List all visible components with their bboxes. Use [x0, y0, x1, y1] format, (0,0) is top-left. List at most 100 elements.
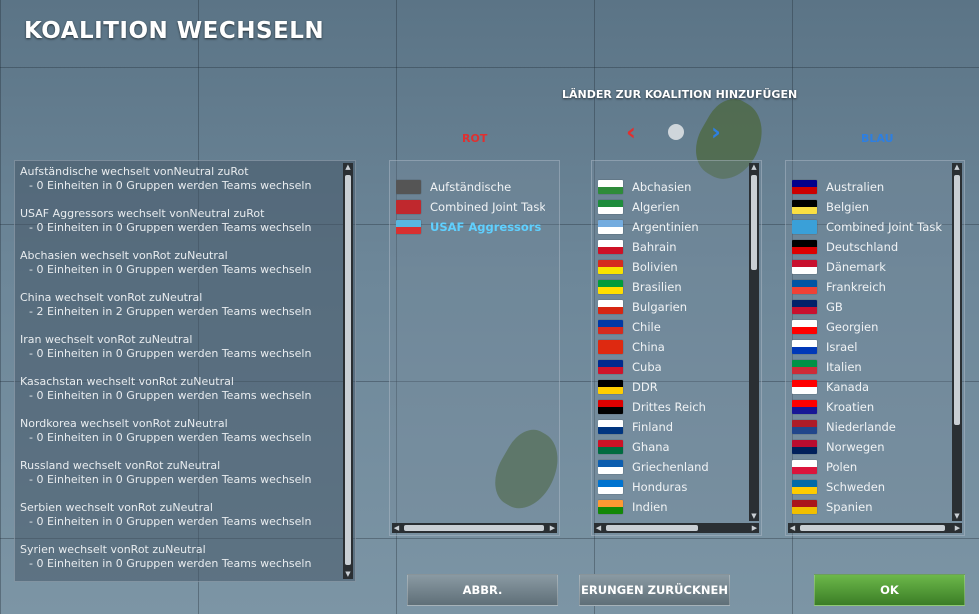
neutral-country-item-label: Algerien [632, 200, 680, 214]
blue-country-item-label: Spanien [826, 500, 873, 514]
scroll-down-icon[interactable]: ▼ [952, 512, 962, 521]
flag-icon [792, 200, 817, 214]
blue-list-hscrollbar[interactable]: ◀ ▶ [788, 523, 962, 533]
scroll-left-icon[interactable]: ◀ [594, 523, 603, 533]
cancel-button[interactable]: ABBR. [407, 574, 558, 606]
red-country-item[interactable]: USAF Aggressors [396, 217, 545, 237]
neutral-country-item[interactable]: China [598, 337, 747, 357]
blue-country-item-label: Combined Joint Task [826, 220, 942, 234]
scroll-thumb[interactable] [345, 175, 351, 565]
blue-country-item[interactable]: Combined Joint Task [792, 217, 950, 237]
scroll-left-icon[interactable]: ◀ [788, 523, 797, 533]
scroll-up-icon[interactable]: ▲ [952, 163, 962, 172]
blue-country-item[interactable]: Israel [792, 337, 950, 357]
scroll-thumb[interactable] [800, 525, 945, 531]
log-entry-detail: - 0 Einheiten in 0 Gruppen werden Teams … [29, 515, 312, 528]
log-entry-title: Abchasien wechselt vonRot zuNeutral [20, 249, 228, 262]
neutral-country-item[interactable]: Chile [598, 317, 747, 337]
flag-icon [792, 340, 817, 354]
move-to-red-button[interactable]: ‹ [626, 119, 636, 145]
blue-list-vscrollbar[interactable]: ▲ ▼ [952, 163, 962, 521]
neutral-country-item[interactable]: Abchasien [598, 177, 747, 197]
blue-country-item[interactable]: Polen [792, 457, 950, 477]
blue-country-item-label: Niederlande [826, 420, 896, 434]
neutral-country-item[interactable]: Ghana [598, 437, 747, 457]
scroll-thumb[interactable] [751, 175, 757, 270]
blue-country-item[interactable]: Schweden [792, 477, 950, 497]
blue-country-item[interactable]: Italien [792, 357, 950, 377]
blue-country-item[interactable]: Niederlande [792, 417, 950, 437]
blue-country-item-label: Dänemark [826, 260, 886, 274]
undo-changes-button[interactable]: ERUNGEN ZURÜCKNEH [579, 574, 730, 606]
log-entry-title: Serbien wechselt vonRot zuNeutral [20, 501, 213, 514]
scroll-thumb[interactable] [404, 525, 544, 531]
scroll-right-icon[interactable]: ▶ [548, 523, 557, 533]
scroll-thumb[interactable] [954, 175, 960, 425]
neutral-list-hscrollbar[interactable]: ◀ ▶ [594, 523, 759, 533]
log-entry-detail: - 0 Einheiten in 0 Gruppen werden Teams … [29, 347, 312, 360]
flag-icon [598, 240, 623, 254]
neutral-country-item[interactable]: DDR [598, 377, 747, 397]
scroll-up-icon[interactable]: ▲ [343, 163, 353, 172]
log-entry: USAF Aggressors wechselt vonNeutral zuRo… [20, 207, 341, 235]
scroll-thumb[interactable] [606, 525, 698, 531]
blue-country-item[interactable]: Dänemark [792, 257, 950, 277]
blue-country-item[interactable]: Georgien [792, 317, 950, 337]
blue-country-item[interactable]: Frankreich [792, 277, 950, 297]
blue-country-item-label: Frankreich [826, 280, 886, 294]
blue-country-item-label: Israel [826, 340, 858, 354]
neutral-country-item[interactable]: Honduras [598, 477, 747, 497]
red-list-hscrollbar[interactable]: ◀ ▶ [392, 523, 557, 533]
blue-country-item[interactable]: Spanien [792, 497, 950, 517]
blue-country-item[interactable]: Deutschland [792, 237, 950, 257]
blue-country-item-label: Italien [826, 360, 862, 374]
log-entry-detail: - 0 Einheiten in 0 Gruppen werden Teams … [29, 557, 312, 570]
scroll-down-icon[interactable]: ▼ [749, 512, 759, 521]
neutral-country-item[interactable]: Bulgarien [598, 297, 747, 317]
neutral-country-item[interactable]: Drittes Reich [598, 397, 747, 417]
blue-country-item-label: Kanada [826, 380, 870, 394]
scroll-right-icon[interactable]: ▶ [953, 523, 962, 533]
red-coalition-label: ROT [462, 132, 488, 145]
blue-country-item-label: Belgien [826, 200, 870, 214]
neutral-country-item[interactable]: Bolivien [598, 257, 747, 277]
neutral-country-item[interactable]: Brasilien [598, 277, 747, 297]
blue-country-item[interactable]: Belgien [792, 197, 950, 217]
blue-country-item[interactable]: GB [792, 297, 950, 317]
neutral-list-vscrollbar[interactable]: ▲ ▼ [749, 163, 759, 521]
flag-icon [792, 460, 817, 474]
flag-icon [598, 220, 623, 234]
log-scrollbar[interactable]: ▲ ▼ [343, 163, 353, 579]
red-country-item-label: Aufständische [430, 180, 512, 194]
log-entry-title: Iran wechselt vonRot zuNeutral [20, 333, 193, 346]
log-entry: Syrien wechselt vonRot zuNeutral - 0 Einh… [20, 543, 341, 571]
neutral-country-item[interactable]: Argentinien [598, 217, 747, 237]
scroll-right-icon[interactable]: ▶ [750, 523, 759, 533]
scroll-down-icon[interactable]: ▼ [343, 570, 353, 579]
flag-icon [792, 220, 817, 234]
ok-button[interactable]: OK [814, 574, 965, 606]
red-country-item-label: USAF Aggressors [430, 220, 542, 234]
red-country-item[interactable]: Combined Joint Task Fo [396, 197, 545, 217]
neutral-country-item[interactable]: Indien [598, 497, 747, 517]
neutral-country-item[interactable]: Algerien [598, 197, 747, 217]
flag-icon [598, 200, 623, 214]
neutral-country-item[interactable]: Finland [598, 417, 747, 437]
log-entry-detail: - 2 Einheiten in 2 Gruppen werden Teams … [29, 305, 312, 318]
move-to-blue-button[interactable]: › [711, 119, 721, 145]
blue-coalition-list: Australien Belgien Combined Joint Task Deut… [785, 160, 965, 536]
blue-coalition-label: BLAU [861, 132, 894, 145]
page-title: KOALITION WECHSELN [24, 18, 325, 44]
blue-country-item[interactable]: Norwegen [792, 437, 950, 457]
flag-icon [598, 260, 623, 274]
blue-country-item[interactable]: Kroatien [792, 397, 950, 417]
blue-country-item[interactable]: Kanada [792, 377, 950, 397]
neutral-country-item[interactable]: Griechenland [598, 457, 747, 477]
red-country-item[interactable]: Aufständische [396, 177, 545, 197]
flag-icon [598, 320, 623, 334]
blue-country-item[interactable]: Australien [792, 177, 950, 197]
scroll-up-icon[interactable]: ▲ [749, 163, 759, 172]
neutral-country-item[interactable]: Bahrain [598, 237, 747, 257]
neutral-country-item[interactable]: Cuba [598, 357, 747, 377]
scroll-left-icon[interactable]: ◀ [392, 523, 401, 533]
